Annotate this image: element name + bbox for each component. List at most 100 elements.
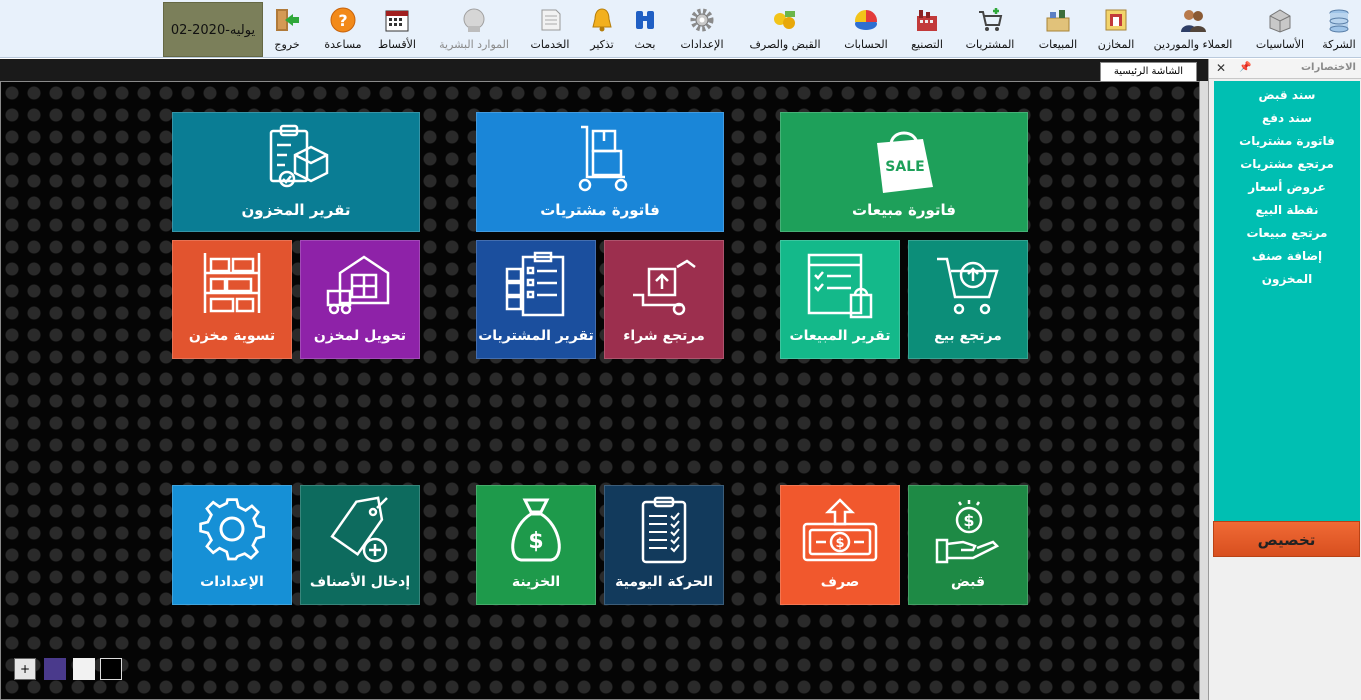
tile-daily-movement[interactable]: الحركة اليومية bbox=[604, 485, 724, 605]
tile-add-items[interactable]: إدخال الأصناف bbox=[300, 485, 420, 605]
tile-receipt[interactable]: $ قبض bbox=[908, 485, 1028, 605]
sale-badge-text: SALE bbox=[885, 159, 924, 175]
money-bag-icon: $ bbox=[511, 498, 561, 562]
splitter[interactable] bbox=[1200, 81, 1208, 700]
settings-label: الإعدادات bbox=[680, 38, 724, 51]
tab-main-screen[interactable]: الشاشة الرئيسية bbox=[1100, 62, 1197, 82]
help-button[interactable]: ? مساعدة bbox=[318, 2, 368, 56]
search-button[interactable]: بحث bbox=[628, 2, 662, 56]
tile-store-transfer[interactable]: تحويل لمخزن bbox=[300, 240, 420, 359]
checklist-boxes-icon bbox=[505, 251, 565, 317]
accounts-button[interactable]: الحسابات bbox=[840, 2, 892, 56]
gear-icon bbox=[690, 8, 714, 32]
tile-settings[interactable]: الإعدادات bbox=[172, 485, 292, 605]
shortcut-price-quotes[interactable]: عروض أسعار bbox=[1214, 180, 1360, 194]
shortcut-add-item[interactable]: إضافة صنف bbox=[1214, 249, 1360, 263]
shortcut-payment-voucher[interactable]: سند دفع bbox=[1214, 111, 1360, 125]
binoculars-icon bbox=[636, 11, 654, 29]
shortcuts-panel-header: ✕ 📌 الاختصارات bbox=[1209, 59, 1361, 79]
tile-sales-invoice[interactable]: SALE فاتورة مبيعات bbox=[780, 112, 1028, 232]
shortcut-point-of-sale[interactable]: نقطة البيع bbox=[1214, 203, 1360, 217]
cash-icon bbox=[774, 11, 795, 29]
tile-purchase-invoice[interactable]: فاتورة مشتريات bbox=[476, 112, 724, 232]
customers-icon bbox=[1181, 10, 1206, 32]
tile-inventory-report[interactable]: تقرير المخزون bbox=[172, 112, 420, 232]
sales-button[interactable]: المبيعات bbox=[1030, 2, 1086, 56]
shortcuts-list: سند قبض سند دفع فاتورة مشتريات مرتجع مشت… bbox=[1214, 81, 1360, 521]
shopping-bag-icon: SALE bbox=[877, 131, 933, 193]
tile-label: تقرير المبيعات bbox=[789, 328, 891, 344]
shortcuts-panel-title: الاختصارات bbox=[1300, 62, 1356, 73]
tile-label: إدخال الأصناف bbox=[309, 574, 411, 590]
tile-label: الحركة اليومية bbox=[615, 574, 713, 590]
add-theme-button[interactable]: + bbox=[14, 658, 36, 680]
tile-label: تقرير المشتريات bbox=[478, 328, 594, 344]
theme-swatch-purple[interactable] bbox=[44, 658, 66, 680]
services-icon bbox=[541, 9, 561, 31]
installments-label: الأقساط bbox=[378, 38, 416, 51]
tile-purchase-return[interactable]: مرتجع شراء bbox=[604, 240, 724, 359]
stores-button[interactable]: المخازن bbox=[1094, 2, 1138, 56]
theme-swatch-white[interactable] bbox=[73, 658, 95, 680]
shortcut-purchase-return[interactable]: مرتجع مشتريات bbox=[1214, 157, 1360, 171]
shortcut-purchase-invoice[interactable]: فاتورة مشتريات bbox=[1214, 134, 1360, 148]
hr-label: الموارد البشرية bbox=[439, 38, 509, 51]
cash-button[interactable]: القبض والصرف bbox=[742, 2, 828, 56]
tile-label: قبض bbox=[951, 574, 985, 590]
tile-payment[interactable]: $ صرف bbox=[780, 485, 900, 605]
basics-icon bbox=[1269, 9, 1291, 33]
pin-icon[interactable]: 📌 bbox=[1239, 62, 1251, 73]
tile-label: تقرير المخزون bbox=[241, 201, 351, 219]
bell-icon bbox=[592, 8, 612, 32]
shortcut-sales-return[interactable]: مرتجع مبيعات bbox=[1214, 226, 1360, 240]
tile-purchases-report[interactable]: تقرير المشتريات bbox=[476, 240, 596, 359]
manufacturing-label: التصنيع bbox=[911, 38, 943, 51]
shortcuts-panel: ✕ 📌 الاختصارات سند قبض سند دفع فاتورة مش… bbox=[1208, 59, 1361, 700]
purchases-label: المشتريات bbox=[965, 38, 1015, 51]
services-label: الخدمات bbox=[530, 38, 570, 51]
basics-label: الأساسيات bbox=[1255, 38, 1305, 51]
exit-button[interactable]: خروج bbox=[266, 2, 308, 56]
settings-button[interactable]: الإعدادات bbox=[676, 2, 728, 56]
cash-out-icon: $ bbox=[802, 498, 878, 562]
reminder-label: تذكير bbox=[590, 38, 614, 51]
reminder-button[interactable]: تذكير bbox=[584, 2, 620, 56]
installments-button[interactable]: الأقساط bbox=[374, 2, 420, 56]
tab-strip bbox=[0, 59, 1208, 81]
tile-label: الخزينة bbox=[511, 574, 561, 590]
exit-icon bbox=[276, 9, 299, 31]
tile-label: مرتجع بيع bbox=[934, 328, 1002, 344]
tile-label: فاتورة مبيعات bbox=[852, 201, 956, 219]
tile-label: تسوية مخزن bbox=[188, 328, 276, 344]
close-icon[interactable]: ✕ bbox=[1216, 61, 1226, 75]
hr-icon bbox=[463, 8, 485, 32]
theme-swatch-black[interactable] bbox=[100, 658, 122, 680]
hr-button[interactable]: الموارد البشرية bbox=[434, 2, 514, 56]
shortcut-inventory[interactable]: المخزون bbox=[1214, 272, 1360, 286]
main-toolbar: 02-يوليه-2020 خروج ? مساعدة الأقساط المو… bbox=[0, 0, 1361, 58]
company-label: الشركة bbox=[1322, 38, 1356, 51]
svg-text:$: $ bbox=[528, 529, 543, 554]
help-icon: ? bbox=[330, 7, 356, 33]
tile-sales-report[interactable]: تقرير المبيعات bbox=[780, 240, 900, 359]
customize-button[interactable]: تخصيص bbox=[1213, 521, 1360, 557]
hand-truck-icon bbox=[578, 125, 628, 192]
search-label: بحث bbox=[634, 38, 656, 51]
return-cart-icon bbox=[633, 259, 696, 316]
tile-label: مرتجع شراء bbox=[623, 328, 705, 344]
cash-label: القبض والصرف bbox=[749, 38, 821, 51]
tile-store-settlement[interactable]: تسوية مخزن bbox=[172, 240, 292, 359]
tile-treasury[interactable]: $ الخزينة bbox=[476, 485, 596, 605]
purchases-button[interactable]: المشتريات bbox=[962, 2, 1018, 56]
svg-text:?: ? bbox=[338, 11, 347, 30]
customers-button[interactable]: العملاء والموردين bbox=[1146, 2, 1240, 56]
accounts-icon bbox=[854, 9, 878, 30]
shortcut-receipt-voucher[interactable]: سند قبض bbox=[1214, 88, 1360, 102]
tile-sale-return[interactable]: مرتجع بيع bbox=[908, 240, 1028, 359]
services-button[interactable]: الخدمات bbox=[526, 2, 574, 56]
basics-button[interactable]: الأساسيات bbox=[1252, 2, 1308, 56]
company-button[interactable]: الشركة bbox=[1318, 2, 1360, 56]
report-bag-icon bbox=[807, 253, 873, 319]
manufacturing-button[interactable]: التصنيع bbox=[902, 2, 952, 56]
cart-return-icon bbox=[937, 257, 999, 315]
